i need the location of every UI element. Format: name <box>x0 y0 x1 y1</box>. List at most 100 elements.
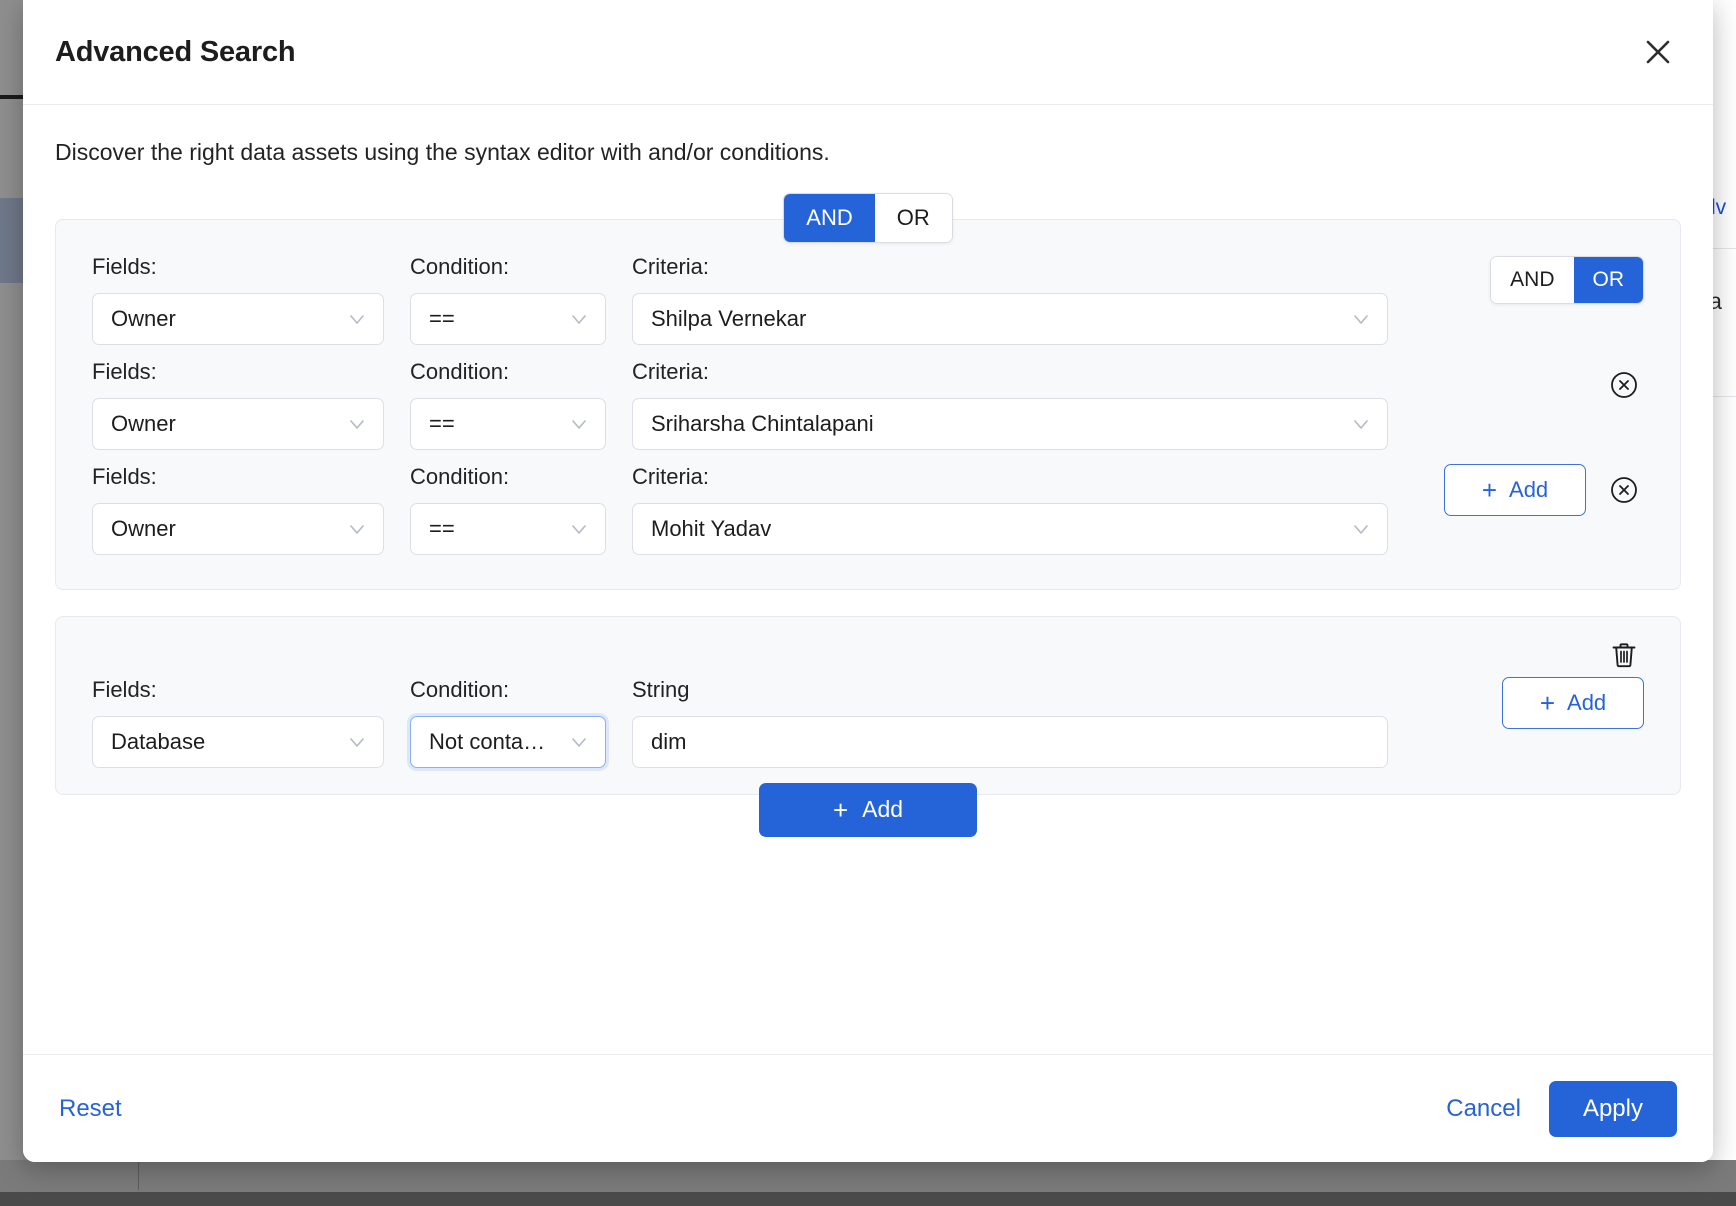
dialog-footer: Reset Cancel Apply <box>23 1054 1713 1162</box>
chevron-down-icon <box>347 732 367 752</box>
plus-icon: + <box>832 794 849 825</box>
criteria-label: Criteria: <box>632 463 710 489</box>
condition-label: Condition: <box>410 463 510 489</box>
background-left-accent <box>0 198 23 283</box>
toplevel-or-button[interactable]: OR <box>874 193 952 242</box>
add-group-button[interactable]: + Add <box>759 782 977 837</box>
rule-row: Fields: Owner Condition: == <box>92 463 1644 555</box>
rule-actions: AND OR <box>1490 254 1644 306</box>
condition-label: Condition: <box>410 253 510 279</box>
rule-actions: + Add <box>1502 676 1644 729</box>
rule-row: Fields: Owner Condition: == <box>92 359 1644 450</box>
add-rule-button[interactable]: + Add <box>1444 463 1586 516</box>
circle-x-icon[interactable] <box>1604 470 1644 510</box>
plus-icon: + <box>1539 687 1556 718</box>
group-toolbar <box>92 635 1644 675</box>
chevron-down-icon <box>569 414 589 434</box>
condition-column: Condition: == <box>410 464 606 555</box>
fields-label: Fields: <box>92 463 157 489</box>
toplevel-and-button[interactable]: AND <box>784 193 875 242</box>
rule-actions-column <box>1414 359 1644 411</box>
rule-actions-column: AND OR <box>1414 254 1644 306</box>
string-label: String <box>632 676 690 702</box>
segmented-control: AND OR <box>783 192 953 243</box>
circle-x-icon[interactable] <box>1604 365 1644 405</box>
criteria-select-value: Shilpa Vernekar <box>651 305 807 331</box>
add-group-label: Add <box>862 796 904 823</box>
field-select-value: Owner <box>111 515 176 541</box>
fields-label: Fields: <box>92 253 157 279</box>
condition-select[interactable]: == <box>410 292 606 345</box>
cancel-button[interactable]: Cancel <box>1446 1095 1521 1123</box>
background-top-rule <box>0 95 23 99</box>
criteria-select[interactable]: Shilpa Vernekar <box>632 292 1388 345</box>
rule-or-button[interactable]: OR <box>1573 256 1643 303</box>
condition-label: Condition: <box>410 676 510 702</box>
rule-condition-toggle: AND OR <box>1490 255 1644 304</box>
background-bottom-edge <box>0 1192 1736 1206</box>
chevron-down-icon <box>569 519 589 539</box>
rule-actions: + Add <box>1444 463 1644 516</box>
chevron-down-icon <box>1351 309 1371 329</box>
string-input[interactable]: dim <box>632 715 1388 768</box>
criteria-select-value: Mohit Yadav <box>651 515 772 541</box>
chevron-down-icon <box>1351 414 1371 434</box>
condition-column: Condition: == <box>410 359 606 450</box>
dialog-header: Advanced Search <box>23 0 1713 105</box>
criteria-column: Criteria: Mohit Yadav <box>632 464 1388 555</box>
criteria-label: Criteria: <box>632 358 710 384</box>
field-select-value: Owner <box>111 305 176 331</box>
rule-actions <box>1604 359 1644 411</box>
plus-icon: + <box>1481 474 1498 505</box>
field-select[interactable]: Owner <box>92 397 384 450</box>
field-select-value: Database <box>111 728 206 754</box>
footer-actions: Cancel Apply <box>1446 1080 1677 1137</box>
field-select[interactable]: Owner <box>92 292 384 345</box>
chevron-down-icon <box>569 732 589 752</box>
condition-select[interactable]: == <box>410 502 606 555</box>
field-select[interactable]: Database <box>92 715 384 768</box>
condition-column: Condition: == <box>410 254 606 345</box>
page-title: Advanced Search <box>55 35 296 68</box>
criteria-select-value: Sriharsha Chintalapani <box>651 410 874 436</box>
fields-label: Fields: <box>92 358 157 384</box>
field-column: Fields: Owner <box>92 359 384 450</box>
field-column: Fields: Owner <box>92 254 384 345</box>
field-select[interactable]: Owner <box>92 502 384 555</box>
trash-icon[interactable] <box>1604 635 1644 675</box>
string-column: String dim <box>632 677 1388 768</box>
reset-button[interactable]: Reset <box>59 1095 122 1123</box>
rule-row: Fields: Owner Condition: == <box>92 254 1644 345</box>
dialog-body: Discover the right data assets using the… <box>23 105 1713 1054</box>
close-icon[interactable] <box>1635 29 1681 75</box>
field-column: Fields: Database <box>92 677 384 768</box>
condition-select-value: == <box>429 305 455 331</box>
rule-actions-column: + Add <box>1414 463 1644 516</box>
chevron-down-icon <box>569 309 589 329</box>
criteria-column: Criteria: Sriharsha Chintalapani <box>632 359 1388 450</box>
condition-group-1: Fields: Owner Condition: == Criteria: Sh… <box>55 218 1681 590</box>
condition-select[interactable]: Not conta… <box>410 715 606 768</box>
dialog-description: Discover the right data assets using the… <box>55 139 830 165</box>
background-left-overlay <box>0 0 23 1206</box>
criteria-select[interactable]: Mohit Yadav <box>632 502 1388 555</box>
condition-column: Condition: Not conta… <box>410 677 606 768</box>
condition-label: Condition: <box>410 358 510 384</box>
criteria-column: Criteria: Shilpa Vernekar <box>632 254 1388 345</box>
condition-select-value: == <box>429 410 455 436</box>
rule-and-button[interactable]: AND <box>1491 256 1574 303</box>
condition-select[interactable]: == <box>410 397 606 450</box>
add-rule-label: Add <box>1567 689 1607 715</box>
criteria-label: Criteria: <box>632 253 710 279</box>
add-rule-label: Add <box>1509 476 1549 502</box>
fields-label: Fields: <box>92 676 157 702</box>
rule-actions-column: + Add <box>1414 676 1644 729</box>
add-group-row: + Add <box>55 782 1681 837</box>
add-rule-button[interactable]: + Add <box>1502 676 1644 729</box>
field-column: Fields: Owner <box>92 464 384 555</box>
chevron-down-icon <box>347 309 367 329</box>
apply-button[interactable]: Apply <box>1548 1080 1677 1137</box>
criteria-select[interactable]: Sriharsha Chintalapani <box>632 397 1388 450</box>
chevron-down-icon <box>347 519 367 539</box>
rule-row: Fields: Database Condition: Not conta… S… <box>92 676 1644 768</box>
